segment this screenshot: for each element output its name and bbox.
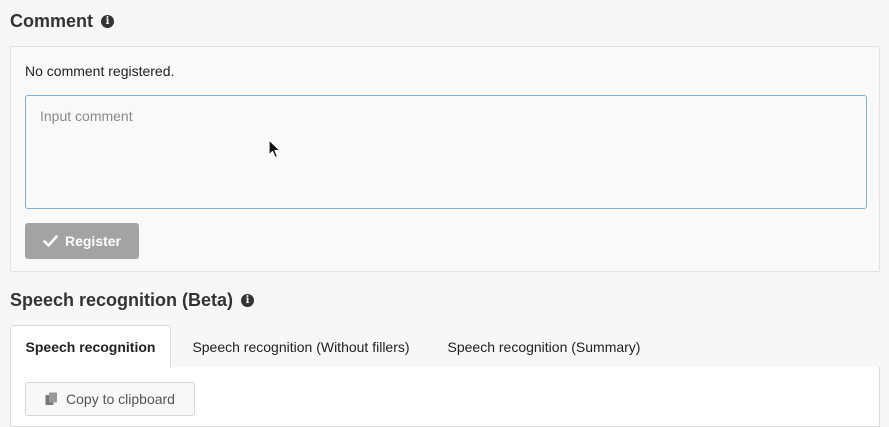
info-icon[interactable]: i (101, 15, 115, 28)
no-comment-message: No comment registered. (25, 63, 175, 79)
comment-panel: No comment registered. Register (10, 46, 880, 272)
mouse-pointer-icon (268, 139, 281, 159)
speech-section-title: Speech recognition (Beta) i (10, 290, 255, 311)
comment-title-text: Comment (10, 11, 94, 31)
copy-icon (45, 392, 58, 405)
tab-speech-recognition-without-fillers[interactable]: Speech recognition (Without fillers) (175, 325, 427, 368)
register-button[interactable]: Register (25, 223, 139, 259)
tab-speech-recognition[interactable]: Speech recognition (10, 325, 171, 368)
info-icon[interactable]: i (241, 294, 255, 307)
check-icon (43, 235, 58, 247)
tab-speech-recognition-summary[interactable]: Speech recognition (Summary) (435, 325, 653, 368)
register-button-label: Register (64, 233, 122, 249)
copy-to-clipboard-button[interactable]: Copy to clipboard (25, 382, 195, 416)
speech-tab-content: Copy to clipboard (10, 367, 880, 427)
copy-button-label: Copy to clipboard (66, 391, 175, 407)
comment-section-title: Comment i (10, 11, 115, 32)
speech-title-text: Speech recognition (Beta) (10, 290, 234, 310)
comment-input[interactable] (25, 95, 867, 209)
speech-tabs: Speech recognition Speech recognition (W… (10, 325, 880, 368)
